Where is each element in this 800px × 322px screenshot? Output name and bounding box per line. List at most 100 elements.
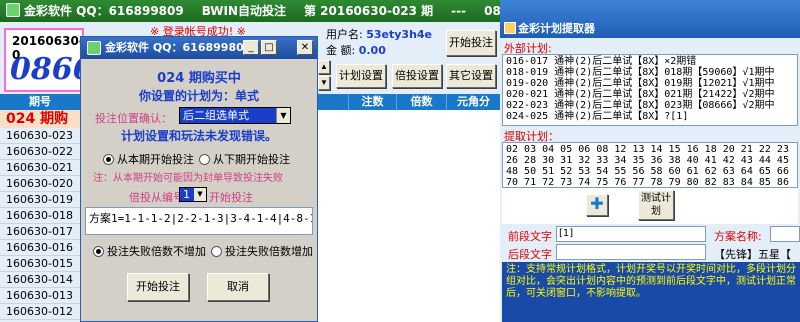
extracted-codes[interactable]: 02 03 04 05 06 08 12 13 14 15 16 18 20 2… [502,142,798,188]
code-line: 26 28 30 31 32 33 34 35 36 38 40 41 42 4… [506,155,789,166]
start-index-value: 1 [183,188,190,201]
main-title-issue: 第 20160630-023 期 [303,4,434,18]
list-item: 020-021 通神(2)后二单试【8X】021期【21422】√2期中 [506,89,775,100]
balance-label: 金 额: [326,44,356,57]
plan-setting-text: 你设置的计划为：单式 [138,89,259,103]
table-row[interactable]: 160630-012 [0,304,80,320]
code-line: 70 71 72 73 74 75 76 77 78 79 80 82 83 8… [506,177,789,188]
radio-start-next-label: 从下期开始投注 [213,153,290,166]
crosshair-icon[interactable]: ✚ [586,194,608,216]
table-row[interactable]: 160630-022 [0,144,80,160]
list-item: 022-023 通神(2)后二单试【8X】023期【08666】√2期中 [506,100,775,111]
purchase-status: 024 期购买中 [157,71,241,86]
issue-display: 20160630-0 0866 [4,28,84,92]
radio-start-current-label: 从本期开始投注 [117,153,194,166]
test-plan-button[interactable]: 测试计划 [638,190,674,220]
list-item: 018-019 通神(2)后二单试【8X】018期【59060】√1期中 [506,67,775,78]
betting-dialog: 金彩软件 QQ：616899809 _ □ ✕ 024 期购买中 你设置的计划为… [80,36,318,322]
postfix-label: 后段文字 [508,248,552,261]
scroll-up-icon[interactable]: ▲ [318,60,330,74]
list-item: 019-020 通神(2)后二单试【8X】019期【12021】√1期中 [506,78,775,89]
bet-grid [318,110,500,322]
list-item: 016-017 通神(2)后二单试【8X】×2期错 [506,56,697,67]
issue-column-header: 期号 [0,94,80,110]
start-index-select[interactable]: 1 ▼ [179,187,207,202]
column-header-count: 注数 [348,94,396,110]
main-title-app: 金彩软件 QQ：616899809 [24,4,184,18]
current-issue-row: 024 期购 [0,110,80,128]
radio-keep-multiplier[interactable]: 投注失败倍数不增加 [93,243,206,259]
cancel-button[interactable]: 取消 [207,273,269,301]
table-row[interactable]: 160630-019 [0,192,80,208]
postfix-input[interactable] [556,244,706,260]
table-row[interactable]: 160630-013 [0,288,80,304]
main-title-mode: BWIN自动投注 [201,4,286,18]
radio-keep-multiplier-label: 投注失败倍数不增加 [107,245,206,258]
dialog-title-bar: 金彩软件 QQ：616899809 [81,37,317,59]
maximize-button[interactable]: □ [261,40,277,55]
extractor-logo-icon [504,22,516,34]
extractor-title: 金彩计划提取器 [518,22,595,35]
main-title-number: 08666 [484,4,500,18]
dialog-note: 注：从本期开始可能因为封单导致投注失败 [93,173,283,184]
main-title-dash: --- [451,4,467,18]
start-index-label: 倍投从编号 [129,191,184,204]
issue-number-big: 0866 [10,52,82,87]
column-header-multiplier: 倍数 [396,94,446,110]
outer-plan-list[interactable]: 016-017 通神(2)后二单试【8X】×2期错 018-019 通神(2)后二… [502,54,798,126]
table-row[interactable]: 160630-018 [0,208,80,224]
close-button[interactable]: ✕ [297,40,313,55]
column-header-unit: 元角分 [446,94,500,110]
plan-extractor-window: 金彩计划提取器 外部计划: 016-017 通神(2)后二单试【8X】×2期错 0… [500,0,800,322]
radio-unchecked-icon[interactable] [199,154,210,165]
position-label: 投注位置确认： [95,112,172,125]
dialog-logo-icon [87,41,101,55]
code-line: 02 03 04 05 06 08 12 13 14 15 16 18 20 2… [506,144,789,155]
list-item: 024-025 通神(2)后二单试【8X】?[1] [506,111,689,122]
code-line: 48 50 51 52 53 54 55 56 58 60 61 62 63 6… [506,166,789,177]
radio-increase-multiplier-label: 投注失败倍数增加 [225,245,313,258]
start-index-suffix: 开始投注 [209,191,253,204]
scheme-name-select[interactable] [770,226,800,242]
table-row[interactable]: 160630-016 [0,240,80,256]
table-row[interactable]: 160630-020 [0,176,80,192]
confirm-start-button[interactable]: 开始投注 [127,273,189,301]
main-title-bar: 金彩软件 QQ：616899809 BWIN自动投注 第 20160630-023 … [0,0,500,22]
scheme-name-label: 方案名称: [714,230,762,243]
scroll-down-icon[interactable]: ▼ [318,76,330,90]
username-label: 用户名: [326,28,363,41]
prefix-input[interactable]: [1] [556,226,706,242]
radio-increase-multiplier[interactable]: 投注失败倍数增加 [211,243,313,259]
radio-start-current[interactable]: 从本期开始投注 [103,151,194,167]
balance-value: 0.00 [358,44,386,57]
prefix-label: 前段文字 [508,230,552,243]
chevron-down-icon[interactable]: ▼ [276,108,290,123]
plan-input[interactable]: 方案1=1-1-1-2|2-2-1-3|3-4-1-4|4-8-1-1| [85,207,313,235]
table-row[interactable]: 160630-017 [0,224,80,240]
bet-grid-header: 注数 倍数 元角分 [318,94,500,110]
minimize-button[interactable]: _ [243,40,259,55]
start-betting-button[interactable]: 开始投注 [446,30,496,56]
position-value: 后二组选单式 [183,109,249,122]
chevron-down-icon[interactable]: ▼ [194,188,206,201]
radio-start-next[interactable]: 从下期开始投注 [199,151,290,167]
table-row[interactable]: 160630-014 [0,272,80,288]
plan-settings-button[interactable]: 计划设置 [336,64,386,88]
extractor-title-bar: 金彩计划提取器 [500,0,800,38]
radio-unchecked-icon[interactable] [211,246,222,257]
validation-message: 计划设置和玩法未发现错误。 [120,129,277,143]
radio-checked-icon[interactable] [103,154,114,165]
radio-checked-icon[interactable] [93,246,104,257]
table-row[interactable]: 160630-023 [0,128,80,144]
extractor-footer-note: 注：支持常规计划格式，计划开奖号以开奖时间对比，多段计划分组对比，会突出计划内容… [502,262,800,322]
scheme-name-text: 【先锋】五星【 [714,248,791,261]
account-panel: 用户名: 53ety3h4e 金 额: 0.00 [326,26,442,60]
other-settings-button[interactable]: 其它设置 [446,64,496,88]
username-value: 53ety3h4e [366,28,433,41]
dialog-title: 金彩软件 QQ：616899809 [105,41,252,54]
multiplier-settings-button[interactable]: 倍投设置 [392,64,442,88]
app-logo-icon [6,3,20,17]
position-select[interactable]: 后二组选单式 ▼ [179,107,291,124]
table-row[interactable]: 160630-021 [0,160,80,176]
table-row[interactable]: 160630-015 [0,256,80,272]
